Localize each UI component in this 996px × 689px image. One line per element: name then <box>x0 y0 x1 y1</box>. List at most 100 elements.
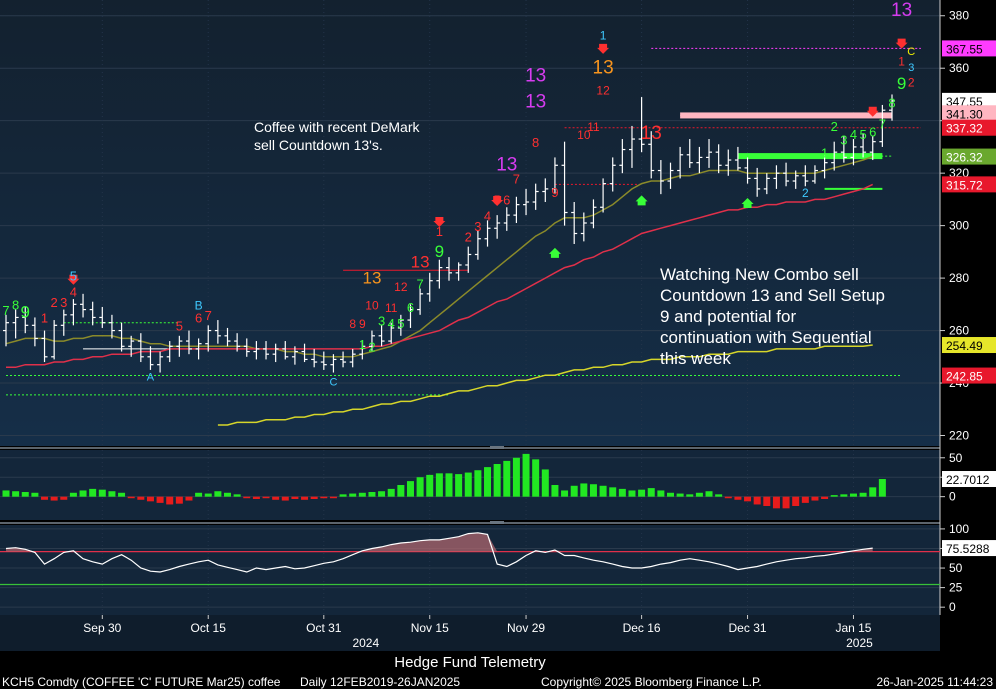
demark-count-label: 8 <box>532 135 539 150</box>
x-tick-label: Dec 16 <box>623 621 661 635</box>
y-tick-label: 220 <box>949 429 969 443</box>
period-label: Daily 12FEB2019-26JAN2025 <box>300 675 460 689</box>
histogram-bar <box>50 496 58 501</box>
histogram-bar <box>676 493 684 497</box>
histogram-bar <box>320 496 328 499</box>
y-tick-label: 0 <box>949 490 956 504</box>
value-tag-label: 341.30 <box>946 107 983 121</box>
y-tick-label: 50 <box>949 451 963 465</box>
demark-count-label: 5 <box>859 127 866 142</box>
y-tick-label: 50 <box>949 561 963 575</box>
demark-count-label: 9 <box>551 185 558 200</box>
annotation-line: this week <box>660 349 731 368</box>
histogram-bar <box>118 492 126 497</box>
x-tick-label: Oct 31 <box>306 621 342 635</box>
histogram-bar <box>657 490 665 497</box>
histogram-bar <box>792 496 800 506</box>
histogram-bar <box>281 496 289 501</box>
demark-count-label: 8 <box>888 96 895 111</box>
histogram-bar <box>146 496 154 502</box>
histogram-bar <box>811 496 819 501</box>
annotation-line: sell Countdown 13's. <box>254 137 383 153</box>
histogram-bar <box>512 457 520 497</box>
histogram-bar <box>310 496 318 499</box>
value-tag-label: 326.32 <box>946 151 983 165</box>
histogram-bar <box>609 487 617 497</box>
histogram-bar <box>137 496 145 500</box>
chart-canvas: 2202402602803003203403603800255002550751… <box>0 0 996 689</box>
demark-count-label: 6 <box>503 193 510 208</box>
panel-drag-handle <box>490 521 504 524</box>
demark-count-label: 13 <box>891 0 912 21</box>
demark-count-label: C <box>907 46 915 58</box>
histogram-bar <box>821 496 829 499</box>
histogram-bar <box>12 491 20 497</box>
demark-count-label: 3 <box>474 219 481 234</box>
value-tag-label: 337.32 <box>946 122 983 136</box>
demark-count-label: 5 <box>494 193 501 208</box>
histogram-bar <box>763 496 771 506</box>
histogram-bar <box>647 488 655 497</box>
demark-count-label: 1 <box>359 337 366 352</box>
value-tag-label: 242.85 <box>946 370 983 384</box>
demark-count-label: 5 <box>176 319 183 334</box>
histogram-bar <box>830 495 838 497</box>
demark-count-label: C <box>329 377 337 389</box>
demark-count-label: 11 <box>385 301 398 315</box>
histogram-bar <box>233 494 241 497</box>
histogram-bar <box>570 485 578 497</box>
y-tick-label: 260 <box>949 324 969 338</box>
demark-count-label: 7 <box>2 303 9 318</box>
demark-count-label: 6 <box>407 300 414 315</box>
histogram-bar <box>782 496 790 509</box>
demark-count-label: 13 <box>496 155 517 176</box>
histogram-bar <box>406 481 414 497</box>
histogram-bar <box>532 459 540 497</box>
demark-count-label: 7 <box>416 277 423 292</box>
annotation-line: continuation with Sequential <box>660 328 872 347</box>
demark-count-label: 2 <box>51 295 58 310</box>
demark-count-label: 2 <box>802 186 809 200</box>
demark-count-label: 8 <box>349 317 356 331</box>
histogram-bar <box>21 492 29 497</box>
demark-count-label: 13 <box>362 268 381 287</box>
histogram-bar <box>368 492 376 497</box>
demark-count-label: 3 <box>60 295 67 310</box>
histogram-bar <box>638 489 646 497</box>
histogram-bar <box>859 492 867 497</box>
histogram-bar <box>464 472 472 497</box>
demark-count-label: A <box>147 371 155 383</box>
value-tag-label: 254.49 <box>946 339 983 353</box>
annotation-line: 9 and potential for <box>660 307 796 326</box>
chart-window: 2202402602803003203403603800255002550751… <box>0 0 996 689</box>
histogram-bar <box>339 494 347 497</box>
histogram-bar <box>79 490 87 497</box>
histogram-bar <box>204 493 212 497</box>
y-tick-label: 380 <box>949 9 969 23</box>
histogram-bar <box>667 492 674 497</box>
demark-count-label: 11 <box>587 120 600 134</box>
demark-count-label: 8 <box>12 298 19 313</box>
demark-count-label: 4 <box>850 127 857 142</box>
histogram-bar <box>41 496 49 500</box>
histogram-bar <box>753 496 761 505</box>
histogram-bar <box>291 496 299 499</box>
demark-count-label: 3 <box>908 62 914 74</box>
demark-count-label: 13 <box>411 253 430 272</box>
annotation-line: Coffee with recent DeMark <box>254 119 420 135</box>
histogram-bar <box>60 496 68 500</box>
histogram-bar <box>349 493 357 497</box>
histogram-bar <box>445 473 453 497</box>
demark-count-label: 2 <box>465 229 472 244</box>
demark-count-label: 1 <box>41 311 48 326</box>
value-tag-label: 75.5288 <box>946 542 990 556</box>
histogram-bar <box>522 453 530 497</box>
histogram-bar <box>262 496 270 499</box>
price-panel-background <box>0 0 940 446</box>
histogram-bar <box>618 488 626 497</box>
histogram-bar <box>108 491 116 497</box>
x-tick-label: Nov 29 <box>507 621 545 635</box>
histogram-bar <box>724 496 732 499</box>
value-tag-label: 315.72 <box>946 178 983 192</box>
demark-count-label: 7 <box>205 308 212 323</box>
